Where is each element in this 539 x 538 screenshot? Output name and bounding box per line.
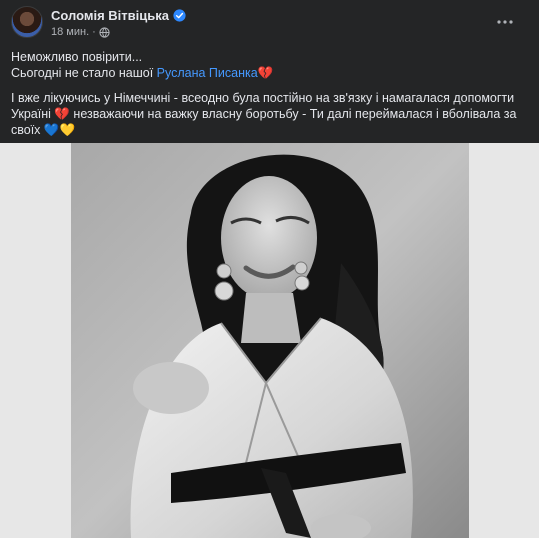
mention-link[interactable]: Руслана Писанка (157, 66, 258, 80)
portrait-image (71, 143, 469, 538)
line2-suffix: 💔 (257, 66, 274, 80)
post-text: Неможливо повірити... Сьогодні не стало … (11, 49, 531, 138)
more-horizontal-icon (497, 20, 513, 24)
post-photo-area[interactable] (0, 143, 539, 538)
post-paragraph-2: І вже лікуючись у Німеччині - всеодно бу… (11, 91, 517, 137)
author-row: Соломія Вітвіцька (51, 8, 186, 23)
author-name[interactable]: Соломія Вітвіцька (51, 8, 169, 23)
line2-prefix: Сьогодні не стало нашої (11, 66, 157, 80)
meta-separator: · (92, 26, 96, 38)
post-line-2: Сьогодні не стало нашої Руслана Писанка💔 (11, 65, 531, 81)
avatar[interactable] (11, 6, 43, 38)
post-line-1: Неможливо повірити... (11, 50, 143, 64)
globe-icon[interactable] (99, 26, 110, 38)
post-header: Соломія Вітвіцька 18 мин. · (0, 0, 539, 44)
post-time[interactable]: 18 мин. (51, 26, 89, 38)
post-photo[interactable] (71, 143, 469, 538)
post-meta: 18 мин. · (51, 26, 110, 38)
more-options-button[interactable] (493, 10, 517, 34)
verified-badge-icon (173, 9, 186, 22)
